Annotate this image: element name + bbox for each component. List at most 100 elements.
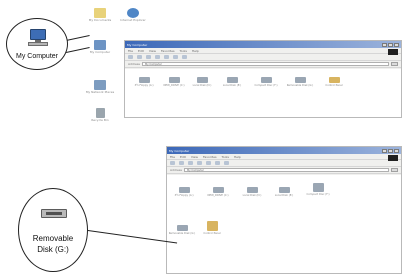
callout-line-top [66,35,90,41]
title-bar[interactable]: My Computer [125,41,401,48]
floppy-drive-icon [178,187,190,193]
drive-label: NEW_DRIVE (C:) [207,194,229,197]
cd-drive-icon [260,77,272,83]
history-button[interactable] [215,161,220,165]
drive-e[interactable]: Local Disk (E:) [273,187,295,197]
menu-view[interactable]: View [149,49,156,53]
drive-label: 3½ Floppy (A:) [134,84,154,87]
drive-cd-f[interactable]: Compact Disc (F:) [307,183,329,196]
forward-button[interactable] [137,55,142,59]
drive-c[interactable]: NEW_DRIVE (C:) [163,77,185,87]
hard-drive-icon [226,77,238,83]
control-panel-icon [328,77,340,83]
desktop-icon-label: Internet Explorer [120,18,146,22]
desktop-icon-network[interactable]: My Network Places [86,80,114,94]
address-bar: Address My Computer [125,61,401,68]
minimize-button[interactable] [382,42,387,47]
menu-edit[interactable]: Edit [138,49,144,53]
desktop-icon-label: My Network Places [85,90,115,94]
folders-button[interactable] [206,161,211,165]
back-button[interactable] [170,161,175,165]
desktop-icon-internet-explorer[interactable]: Internet Explorer [120,8,146,22]
close-button[interactable] [394,148,399,153]
menu-help[interactable]: Help [234,155,241,159]
forward-button[interactable] [179,161,184,165]
drives-area: 3½ Floppy (A:) NEW_DRIVE (C:) Local Disk… [167,175,401,273]
history-button[interactable] [173,55,178,59]
views-button[interactable] [224,161,229,165]
removable-disk-icon [41,209,67,218]
go-button[interactable] [391,62,398,66]
drive-label: NEW_DRIVE (C:) [163,84,185,87]
drive-e[interactable]: Local Disk (E:) [221,77,243,87]
menu-tools[interactable]: Tools [180,49,187,53]
drive-removable-g[interactable]: Removable Disk (G:) [287,77,313,87]
computer-icon [28,29,48,46]
title-bar[interactable]: My Computer [167,147,401,154]
address-value: My Computer [186,168,204,172]
menu-favorites[interactable]: Favorites [161,49,175,53]
drive-d[interactable]: Local Disk (D:) [241,187,263,197]
menu-edit[interactable]: Edit [180,155,186,159]
callout-label-line2: Disk (G:) [37,245,69,254]
drive-label: Control Panel [203,232,221,235]
drive-d[interactable]: Local Disk (D:) [191,77,213,87]
address-field[interactable]: My Computer [141,62,389,66]
drive-c[interactable]: NEW_DRIVE (C:) [207,187,229,197]
explorer-window-top[interactable]: My Computer File Edit View Favorites Too… [124,40,402,118]
drive-cd-f[interactable]: Compact Disc (F:) [255,77,277,87]
desktop-icon-my-documents[interactable]: My Documents [89,8,111,22]
folders-button[interactable] [164,55,169,59]
drive-label: Compact Disc (F:) [254,84,278,87]
close-button[interactable] [394,42,399,47]
menu-file[interactable]: File [170,155,175,159]
toolbar [167,160,401,167]
desktop-icon-recycle-bin[interactable]: Recycle Bin [90,108,110,122]
up-button[interactable] [146,55,151,59]
callout-removable-disk: Removable Disk (G:) [18,188,88,272]
desktop-icon-my-computer[interactable]: My Computer [90,40,110,54]
menu-view[interactable]: View [191,155,198,159]
network-icon [94,80,106,90]
control-panel[interactable]: Control Panel [323,77,345,87]
hard-drive-icon [168,77,180,83]
drive-label: Removable Disk (G:) [168,232,196,235]
maximize-button[interactable] [388,148,393,153]
search-button[interactable] [155,55,160,59]
drive-label: Local Disk (D:) [242,194,262,197]
minimize-button[interactable] [382,148,387,153]
callout-line-top-lower [66,47,90,53]
drive-floppy-a[interactable]: 3½ Floppy (A:) [133,77,155,87]
views-button[interactable] [182,55,187,59]
address-label: Address [128,62,140,66]
desktop-icon-label: Recycle Bin [91,118,109,122]
window-title: My Computer [127,42,148,47]
go-button[interactable] [391,168,398,172]
search-button[interactable] [197,161,202,165]
callout-my-computer: My Computer [6,18,68,70]
hard-drive-icon [196,77,208,83]
explorer-window-bottom[interactable]: My Computer File Edit View Favorites Too… [166,146,402,274]
menu-file[interactable]: File [128,49,133,53]
menu-favorites[interactable]: Favorites [203,155,217,159]
drives-area: 3½ Floppy (A:) NEW_DRIVE (C:) Local Disk… [125,69,401,117]
address-field[interactable]: My Computer [183,168,389,172]
window-title: My Computer [169,148,190,153]
recycle-bin-icon [95,108,105,118]
drive-label: 3½ Floppy (A:) [174,194,194,197]
drive-floppy-a[interactable]: 3½ Floppy (A:) [173,187,195,197]
computer-icon [94,40,106,50]
drive-removable-g[interactable]: Removable Disk (G:) [168,225,196,235]
drive-label: Local Disk (E:) [222,84,242,87]
back-button[interactable] [128,55,133,59]
desktop-icon-label: My Computer [89,50,111,54]
control-panel-icon [206,221,218,231]
menu-help[interactable]: Help [192,49,199,53]
toolbar [125,54,401,61]
address-value: My Computer [144,62,162,66]
menu-tools[interactable]: Tools [222,155,229,159]
maximize-button[interactable] [388,42,393,47]
drive-label: Local Disk (E:) [274,194,294,197]
up-button[interactable] [188,161,193,165]
control-panel[interactable]: Control Panel [201,221,223,235]
